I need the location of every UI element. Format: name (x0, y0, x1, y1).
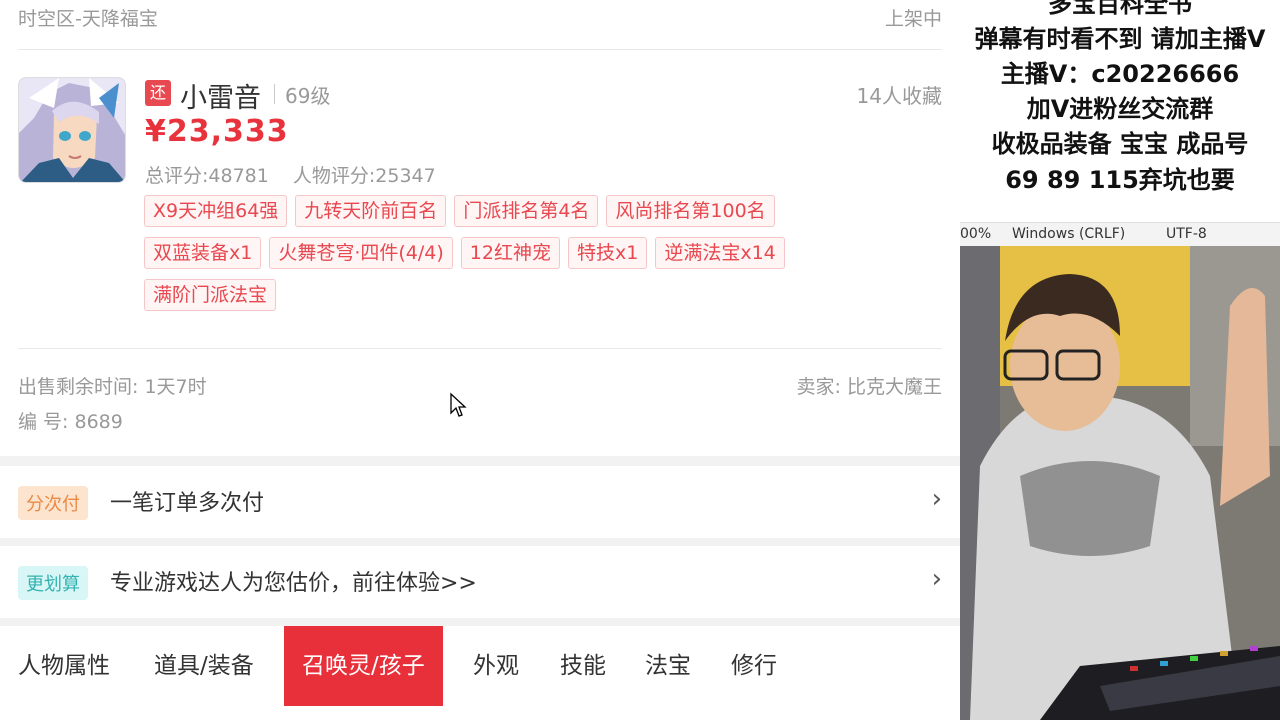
level-separator (274, 84, 275, 104)
character-score: 人物评分:25347 (292, 165, 436, 187)
stream-overlay: 多宝百科全书 弹幕有时看不到 请加主播V 主播V：c20226666 加V进粉丝… (960, 0, 1280, 720)
score-line: 总评分:48781 人物评分:25347 (145, 161, 454, 188)
character-avatar[interactable] (18, 77, 126, 183)
tab-appearance[interactable]: 外观 (473, 626, 519, 706)
notice-line: 主播V：c20226666 (1000, 60, 1240, 88)
tag: 特技x1 (567, 237, 648, 269)
tag: 九转天阶前百名 (295, 195, 447, 227)
tab-bar: 人物属性 道具/装备 召唤灵/孩子 外观 技能 法宝 修行 (0, 626, 960, 720)
notice-line: 多宝百科全书 (1048, 0, 1192, 18)
remaining-time: 出售剩余时间: 1天7时 (18, 376, 207, 398)
tag: 火舞苍穹·四件(4/4) (269, 237, 453, 269)
chevron-right-icon: › (931, 564, 942, 594)
seller-name[interactable]: 卖家: 比克大魔王 (797, 372, 942, 399)
tab-items-equipment[interactable]: 道具/装备 (154, 626, 254, 706)
notice-line: 弹幕有时看不到 请加主播V (974, 25, 1266, 53)
mouse-cursor-icon (450, 392, 467, 417)
tag: 双蓝装备x1 (144, 237, 262, 269)
serial-number: 编 号: 8689 (18, 411, 123, 433)
tag: 门派排名第4名 (454, 195, 599, 227)
tab-skills[interactable]: 技能 (560, 626, 606, 706)
estimate-row[interactable]: 更划算 专业游戏达人为您估价，前往体验>> › (0, 546, 960, 618)
server-name: 时空区-天降福宝 (18, 8, 158, 30)
favorites-count[interactable]: 14人收藏 (857, 80, 942, 109)
installment-row[interactable]: 分次付 一笔订单多次付 › (0, 466, 960, 538)
tab-cultivation[interactable]: 修行 (731, 626, 777, 706)
tab-summons-children[interactable]: 召唤灵/孩子 (284, 626, 443, 706)
installment-badge: 分次付 (18, 486, 88, 520)
estimate-text: 专业游戏达人为您估价，前往体验>> (110, 571, 477, 596)
trading-app: 时空区-天降福宝 上架中 还 小雷音 69级 14人收藏 ¥23,333 总评分… (0, 0, 960, 720)
tab-magic-treasure[interactable]: 法宝 (645, 626, 691, 706)
notice-line: 加V进粉丝交流群 (1026, 95, 1214, 123)
tag: 满阶门派法宝 (144, 279, 277, 311)
editor-status-bar: 00% Windows (CRLF) UTF-8 (960, 222, 1280, 246)
price: ¥23,333 (145, 114, 289, 149)
tag: 逆满法宝x14 (655, 237, 785, 269)
return-badge: 还 (145, 80, 171, 106)
encoding[interactable]: UTF-8 (1166, 226, 1207, 242)
tag-list: X9天冲组64强 九转天阶前百名 门派排名第4名 风尚排名第100名 双蓝装备x… (144, 195, 864, 311)
character-level: 69级 (285, 84, 331, 108)
character-name: 小雷音 (180, 83, 261, 114)
streamer-notice: 多宝百科全书 弹幕有时看不到 请加主播V 主播V：c20226666 加V进粉丝… (960, 0, 1280, 222)
total-score: 总评分:48781 (145, 165, 269, 187)
tab-character-attributes[interactable]: 人物属性 (18, 626, 110, 706)
line-ending[interactable]: Windows (CRLF) (1012, 226, 1125, 242)
status-label: 上架中 (884, 8, 942, 30)
chevron-right-icon: › (931, 484, 942, 514)
notice-line: 69 89 115弃坑也要 (1005, 166, 1235, 194)
listing-card: 时空区-天降福宝 上架中 还 小雷音 69级 14人收藏 ¥23,333 总评分… (0, 0, 960, 456)
tag: 风尚排名第100名 (606, 195, 775, 227)
estimate-badge: 更划算 (18, 566, 88, 600)
webcam-feed (960, 246, 1280, 720)
divider (18, 49, 942, 50)
zoom-level[interactable]: 00% (960, 226, 991, 242)
tag: X9天冲组64强 (144, 195, 288, 227)
divider (18, 348, 942, 349)
notice-line: 收极品装备 宝宝 成品号 (991, 130, 1249, 158)
installment-text: 一笔订单多次付 (110, 491, 265, 516)
tag: 12红神宠 (460, 237, 560, 269)
